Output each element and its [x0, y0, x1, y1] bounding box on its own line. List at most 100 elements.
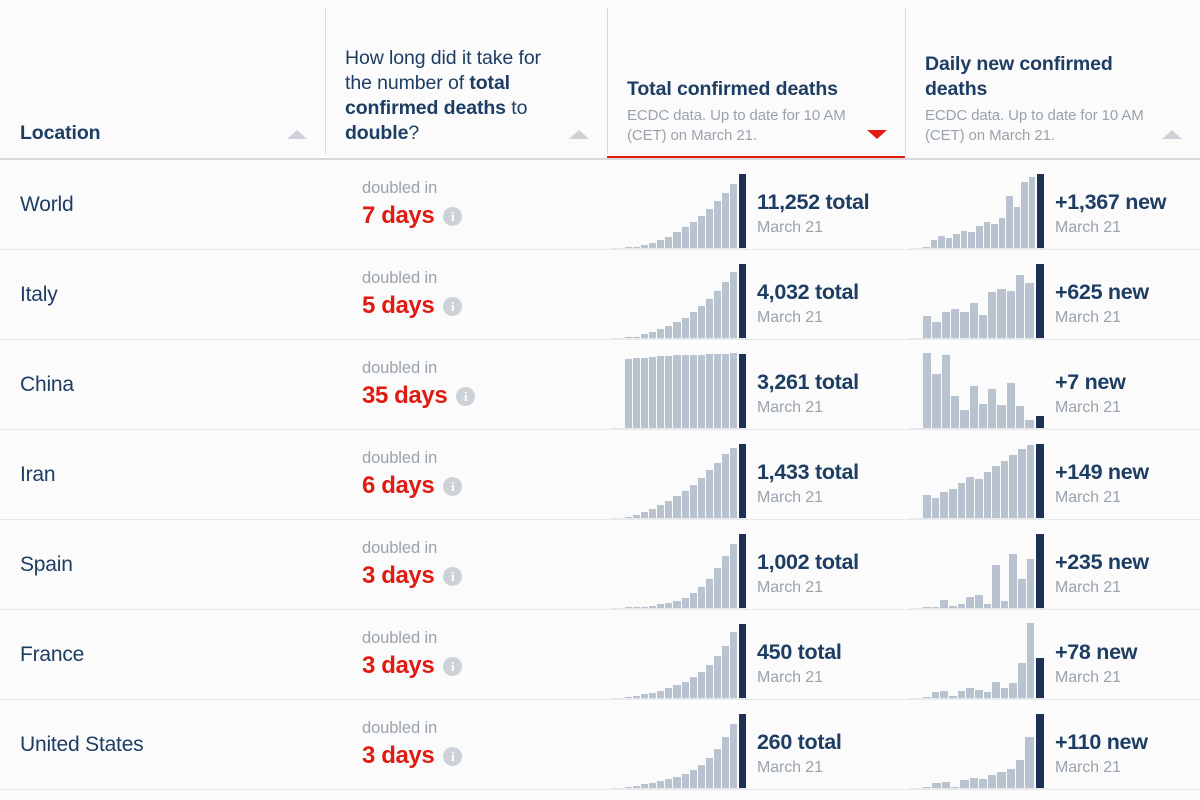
sparkline-bar — [713, 354, 721, 429]
sparkline-bar — [1009, 455, 1018, 519]
total-metric-wrapper: 11,252 total March 21 — [607, 160, 905, 249]
table-row[interactable]: World doubled in 7 days i 11,252 total March … — [0, 160, 1200, 250]
sparkline-bar — [923, 495, 931, 519]
sparkline-baseline — [611, 698, 747, 699]
sparkline-bar — [649, 357, 657, 429]
sparkline-bar — [941, 312, 950, 339]
sparkline-bar — [713, 463, 721, 519]
column-header-location[interactable]: Location — [0, 0, 325, 160]
sparkline-bar — [705, 758, 713, 789]
location-name: United States — [20, 732, 144, 756]
sparkline-baseline — [611, 338, 747, 339]
sparkline-bar-latest — [737, 353, 747, 429]
sparkline-bar — [713, 749, 721, 789]
total-deaths-value: 11,252 total — [757, 190, 870, 215]
doubling-wrapper: doubled in 7 days i — [345, 179, 587, 230]
sparkline-bar — [992, 682, 1000, 699]
sparkline-bar — [1026, 623, 1035, 699]
total-deaths-value: 1,002 total — [757, 550, 859, 575]
cell-location: Italy — [0, 250, 325, 339]
sparkline-bar-latest — [737, 263, 747, 339]
daily-deaths-date: March 21 — [1055, 489, 1121, 506]
total-deaths-sparkline — [611, 623, 747, 699]
sparkline-bar — [665, 501, 673, 519]
sparkline-bar — [681, 491, 689, 519]
cell-daily-deaths: +78 new March 21 — [905, 610, 1200, 699]
daily-metric-wrapper: +7 new March 21 — [905, 340, 1200, 429]
sparkline-bar — [673, 496, 681, 519]
daily-metric-text: +625 new March 21 — [1055, 281, 1149, 339]
sparkline-bar — [968, 232, 975, 249]
sparkline-bar — [953, 234, 960, 249]
sparkline-bar — [641, 358, 649, 429]
sparkline-bar — [689, 485, 697, 519]
sparkline-bar — [1018, 449, 1026, 519]
total-deaths-date: March 21 — [757, 669, 823, 686]
table-row[interactable]: Italy doubled in 5 days i 4,032 total March 2… — [0, 250, 1200, 340]
info-icon[interactable]: i — [443, 206, 463, 226]
daily-metric-text: +110 new March 21 — [1055, 731, 1148, 789]
doubled-in-label: doubled in — [362, 538, 438, 557]
sparkline-bar — [705, 209, 713, 249]
doubling-days-value: 6 days — [362, 472, 435, 500]
sparkline-bar — [689, 770, 697, 789]
sparkline-baseline — [909, 788, 1045, 789]
info-icon[interactable]: i — [443, 566, 463, 586]
daily-deaths-sparkline — [909, 533, 1045, 609]
table-header: Location How long did it take for the nu… — [0, 0, 1200, 160]
doubling-days-value: 3 days — [362, 562, 435, 590]
table-row[interactable]: United States doubled in 3 days i 260 total M… — [0, 700, 1200, 790]
sparkline-bar — [697, 765, 705, 789]
sparkline-baseline — [611, 788, 747, 789]
daily-deaths-value: +78 new — [1055, 640, 1138, 665]
total-metric-wrapper: 4,032 total March 21 — [607, 250, 905, 339]
info-icon[interactable]: i — [443, 476, 463, 496]
sparkline-bar — [713, 201, 721, 249]
daily-metric-wrapper: +1,367 new March 21 — [905, 160, 1200, 249]
sparkline-bar — [991, 224, 998, 249]
info-icon[interactable]: i — [443, 296, 463, 316]
sparkline-bar — [729, 544, 737, 609]
sparkline-bar — [1018, 663, 1026, 699]
cell-doubling-time: doubled in 3 days i — [325, 610, 607, 699]
table-row[interactable]: Iran doubled in 6 days i 1,433 total March 21… — [0, 430, 1200, 520]
sparkline-bar — [1006, 383, 1016, 429]
sparkline-bar — [1028, 177, 1036, 249]
location-name: Spain — [20, 552, 73, 576]
sparkline-bar — [960, 410, 969, 429]
sparkline-bar — [705, 579, 713, 609]
info-icon[interactable]: i — [443, 746, 463, 766]
triangle-up-icon[interactable] — [569, 130, 589, 139]
table-row[interactable]: Spain doubled in 3 days i 1,002 total March 2… — [0, 520, 1200, 610]
sparkline-bar — [1000, 461, 1009, 519]
column-header-doubling-time[interactable]: How long did it take for the number of t… — [325, 0, 607, 160]
cell-daily-deaths: +625 new March 21 — [905, 250, 1200, 339]
sparkline-bar — [721, 556, 729, 609]
triangle-up-icon[interactable] — [1162, 130, 1182, 139]
triangle-up-icon[interactable] — [287, 130, 307, 139]
total-metric-text: 1,002 total March 21 — [757, 551, 859, 609]
info-icon[interactable]: i — [443, 656, 463, 676]
sparkline-bar — [689, 677, 697, 699]
sparkline-bar-latest — [737, 713, 747, 789]
sparkline-bar — [988, 389, 997, 429]
info-icon[interactable]: i — [456, 386, 476, 406]
doubled-in-label: doubled in — [362, 448, 438, 467]
sparkline-bar — [729, 632, 737, 699]
doubling-value-line: 3 days i — [362, 562, 463, 590]
sparkline-bar — [1006, 196, 1013, 249]
triangle-down-icon[interactable] — [867, 130, 887, 139]
total-metric-wrapper: 1,002 total March 21 — [607, 520, 905, 609]
sparkline-bar — [705, 354, 713, 429]
table-row[interactable]: China doubled in 35 days i 3,261 total March … — [0, 340, 1200, 430]
table-row[interactable]: France doubled in 3 days i 450 total March 21… — [0, 610, 1200, 700]
doubling-wrapper: doubled in 6 days i — [345, 449, 587, 500]
sparkline-bar-latest — [1034, 415, 1045, 429]
doubling-value-line: 35 days i — [362, 382, 476, 410]
doubling-value-line: 5 days i — [362, 292, 463, 320]
daily-metric-wrapper: +235 new March 21 — [905, 520, 1200, 609]
sparkline-bar — [721, 646, 729, 699]
column-header-total-deaths[interactable]: Total confirmed deaths ECDC data. Up to … — [607, 0, 905, 160]
sparkline-bar — [974, 479, 983, 519]
column-header-daily-deaths[interactable]: Daily new confirmed deaths ECDC data. Up… — [905, 0, 1200, 160]
